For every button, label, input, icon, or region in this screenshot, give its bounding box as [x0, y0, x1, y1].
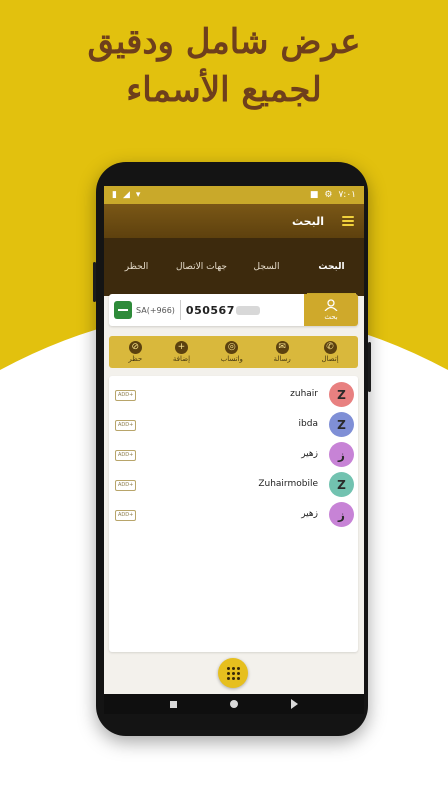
add-contact-button[interactable]: ADD+	[115, 390, 137, 401]
signal-icon: ◢	[122, 190, 130, 200]
phone-search-field[interactable]: SA(+966) 050567 بحث	[109, 294, 358, 326]
app-bar: البحث	[104, 204, 364, 238]
avatar: Z	[329, 412, 354, 437]
back-icon[interactable]	[290, 699, 298, 709]
contact-name: زهير	[301, 449, 318, 459]
add-label: إضافة	[172, 355, 191, 363]
blurred-digits	[235, 306, 260, 315]
contact-name: ibda	[298, 419, 318, 429]
call-action[interactable]: ✆ إتصال	[321, 341, 339, 363]
list-item[interactable]: ADD+ زهير ز	[109, 502, 358, 528]
dialpad-icon	[226, 666, 240, 680]
home-icon[interactable]	[229, 700, 238, 708]
notification-icon: ■	[309, 190, 319, 200]
whatsapp-icon: ◎	[225, 341, 239, 354]
search-button[interactable]: بحث	[304, 294, 358, 326]
whatsapp-action[interactable]: ◎ واتساب	[221, 341, 243, 363]
message-icon: ✉	[275, 341, 289, 354]
add-contact-button[interactable]: ADD+	[115, 480, 137, 491]
add-action[interactable]: + إضافة	[173, 341, 190, 363]
contact-name: zuhair	[290, 389, 318, 399]
whatsapp-label: واتساب	[220, 355, 243, 363]
country-code[interactable]: SA(+966)	[136, 306, 175, 315]
list-item[interactable]: ADD+ زهير ز	[109, 442, 358, 468]
add-contact-button[interactable]: ADD+	[115, 510, 137, 521]
contact-name: زهير	[301, 509, 318, 519]
avatar: ز	[329, 502, 354, 527]
dialpad-button[interactable]	[218, 658, 248, 688]
battery-icon: ▮	[112, 190, 117, 200]
app-title: البحث	[292, 214, 324, 228]
list-item[interactable]: ADD+ zuhair Z	[109, 382, 358, 408]
status-bar: ▮ ◢ ▾ ■ ⚙ ٧:٠١	[104, 186, 364, 204]
headline-line-1: عرض شامل ودقيق	[87, 22, 361, 62]
message-action[interactable]: ✉ رسالة	[274, 341, 291, 363]
tab-block[interactable]: الحظر	[104, 238, 169, 296]
list-item[interactable]: ADD+ Zuhairmobile Z	[109, 472, 358, 498]
list-item[interactable]: ADD+ ibda Z	[109, 412, 358, 438]
contact-name: Zuhairmobile	[258, 479, 318, 489]
phone-number-value: 050567	[185, 303, 235, 317]
phone-icon: ✆	[323, 341, 337, 354]
tab-bar: البحث السجل جهات الاتصال الحظر	[104, 238, 364, 296]
menu-icon[interactable]	[342, 216, 354, 226]
contacts-list: ADD+ zuhair Z ADD+ ibda Z ADD+ زهير ز AD…	[109, 376, 358, 652]
power-button	[368, 342, 371, 392]
message-label: رسالة	[273, 355, 291, 363]
user-search-icon	[324, 299, 338, 311]
search-button-label: بحث	[324, 313, 338, 321]
add-contact-button[interactable]: ADD+	[115, 450, 137, 461]
status-time: ٧:٠١	[338, 190, 356, 200]
avatar: Z	[329, 472, 354, 497]
settings-status-icon: ⚙	[324, 190, 333, 200]
block-label: حظر	[128, 355, 143, 363]
divider	[179, 300, 181, 320]
volume-button	[93, 262, 96, 302]
avatar: Z	[329, 382, 354, 407]
plus-icon: +	[174, 341, 188, 354]
tab-log[interactable]: السجل	[234, 238, 299, 296]
saudi-flag-icon[interactable]	[114, 301, 132, 319]
tab-contacts[interactable]: جهات الاتصال	[169, 238, 234, 296]
action-bar: ⊘ حظر + إضافة ◎ واتساب ✉ رسالة ✆ إتصال	[109, 336, 358, 368]
block-icon: ⊘	[128, 341, 142, 354]
avatar: ز	[329, 442, 354, 467]
wifi-icon: ▾	[135, 190, 141, 200]
phone-number-input[interactable]: 050567	[186, 304, 260, 317]
add-contact-button[interactable]: ADD+	[115, 420, 137, 431]
recent-apps-icon[interactable]	[170, 700, 178, 708]
tab-search[interactable]: البحث	[299, 238, 364, 296]
call-label: إتصال	[321, 355, 339, 363]
app-screen: ▮ ◢ ▾ ■ ⚙ ٧:٠١ البحث البحث السجل جهات ال…	[104, 186, 364, 714]
headline-line-2: لجميع الأسماء	[126, 70, 322, 110]
system-nav-bar	[104, 694, 364, 714]
block-action[interactable]: ⊘ حظر	[128, 341, 142, 363]
